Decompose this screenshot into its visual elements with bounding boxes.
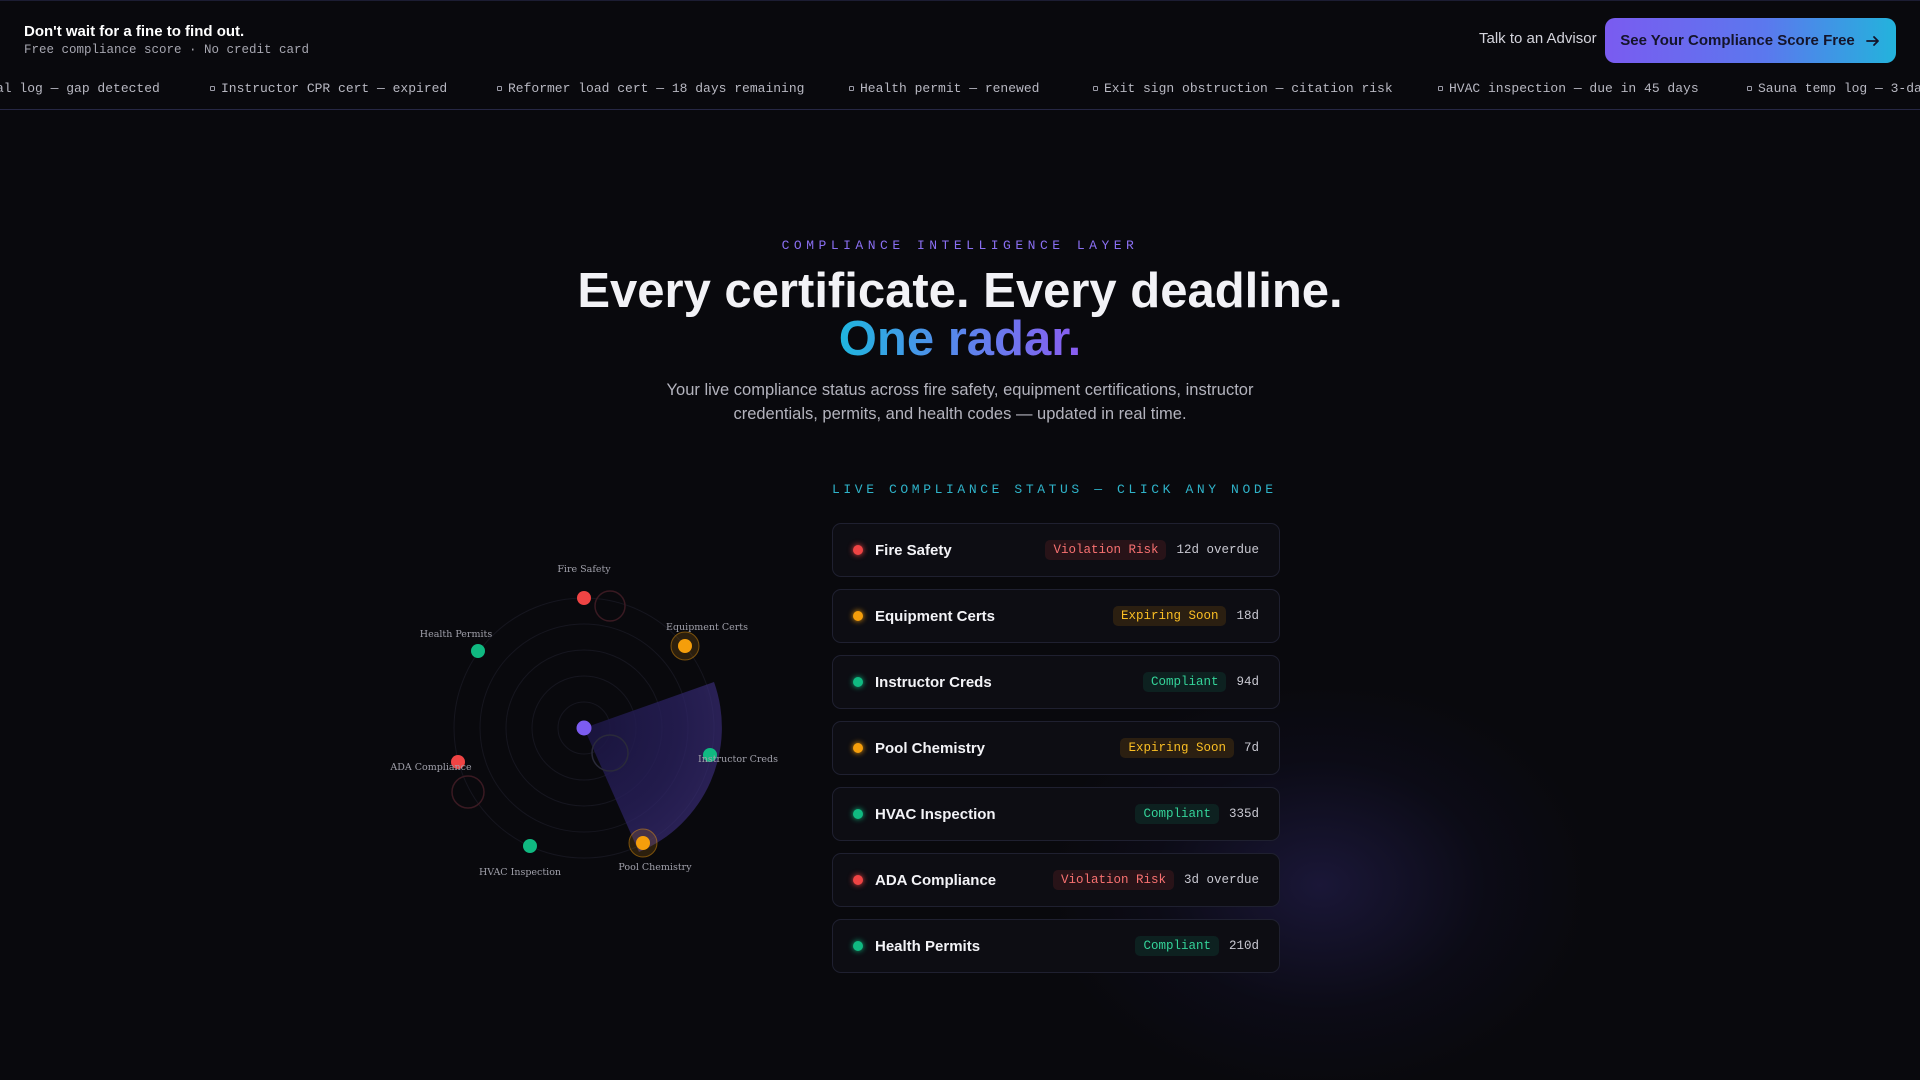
status-badge: Compliant xyxy=(1135,936,1219,956)
status-name: Pool Chemistry xyxy=(875,739,986,757)
status-dot-icon xyxy=(853,611,863,621)
status-badge: Violation Risk xyxy=(1052,870,1174,890)
status-days: 12d overdue xyxy=(1176,543,1259,557)
status-days: 7d xyxy=(1243,741,1259,755)
radar-node[interactable]: ADA Compliance xyxy=(389,755,472,773)
status-dot-icon xyxy=(853,545,863,555)
status-name: HVAC Inspection xyxy=(875,805,996,823)
radar-node[interactable]: HVAC Inspection xyxy=(479,839,561,878)
ticker-text: HVAC inspection — due in 45 days xyxy=(1449,81,1699,96)
radar-echo-ring xyxy=(451,775,485,809)
radar-node-label: Equipment Certs xyxy=(666,622,748,633)
status-name: ADA Compliance xyxy=(875,871,997,889)
status-row[interactable]: Instructor Creds Compliant 94d xyxy=(832,655,1280,709)
ticker-text: Sauna temp log — 3-day xyxy=(1758,81,1920,96)
status-row[interactable]: Pool Chemistry Expiring Soon 7d xyxy=(832,721,1280,775)
headline-accent-text: One radar. xyxy=(838,312,1082,366)
ticker-text: Instructor CPR cert — expired xyxy=(221,81,448,96)
radar-node[interactable]: Pool Chemistry xyxy=(618,828,692,873)
status-dot-icon xyxy=(853,809,863,819)
ticker-text: Exit sign obstruction — citation risk xyxy=(1104,81,1393,96)
radar-node-label: Instructor Creds xyxy=(698,754,778,765)
bullet-icon xyxy=(1438,86,1443,91)
radar-node[interactable]: Equipment Certs xyxy=(666,622,748,661)
status-dot-icon xyxy=(853,743,863,753)
radar-node-dot xyxy=(471,644,485,658)
status-row[interactable]: Equipment Certs Expiring Soon 18d xyxy=(832,589,1280,643)
ticker-item: Instructor CPR cert — expired xyxy=(210,81,447,96)
status-panel-heading: LIVE COMPLIANCE STATUS — CLICK ANY NODE xyxy=(832,482,1277,497)
promo-title: Don't wait for a fine to find out. xyxy=(24,23,245,40)
status-row[interactable]: ADA Compliance Violation Risk 3d overdue xyxy=(832,853,1280,907)
radar-node-dot xyxy=(636,836,650,850)
radar-center-node xyxy=(576,720,592,736)
radar-node-label: ADA Compliance xyxy=(389,762,472,773)
radar-node[interactable]: Health Permits xyxy=(420,629,493,658)
status-name: Equipment Certs xyxy=(875,607,996,625)
bullet-icon xyxy=(1093,86,1098,91)
compliance-score-cta-button[interactable]: See Your Compliance Score Free xyxy=(1605,18,1896,63)
ticker-text: Health permit — renewed xyxy=(860,81,1040,96)
status-badge: Violation Risk xyxy=(1045,540,1167,560)
radar-node[interactable]: Instructor Creds xyxy=(698,748,778,765)
bullet-icon xyxy=(497,86,502,91)
talk-to-advisor-link[interactable]: Talk to an Advisor xyxy=(1479,30,1597,47)
ticker-item: al log — gap detected xyxy=(0,81,160,96)
status-days: 18d xyxy=(1236,609,1259,623)
alert-ticker: al log — gap detected Instructor CPR cer… xyxy=(0,76,1920,110)
status-name: Fire Safety xyxy=(875,541,952,559)
status-row[interactable]: Fire Safety Violation Risk 12d overdue xyxy=(832,523,1280,577)
status-days: 94d xyxy=(1236,675,1259,689)
hero-subtitle: Your live compliance status across fire … xyxy=(666,381,1254,423)
promo-block: Don't wait for a fine to find out. Free … xyxy=(24,23,309,57)
radar-node-dot xyxy=(678,639,692,653)
ticker-item: Reformer load cert — 18 days remaining xyxy=(497,81,804,96)
radar-node-label: HVAC Inspection xyxy=(479,867,561,878)
bullet-icon xyxy=(1747,86,1752,91)
hero-headline-accent: One radar. xyxy=(0,310,1920,368)
radar-node-dot xyxy=(577,591,591,605)
ticker-item: Exit sign obstruction — citation risk xyxy=(1093,81,1393,96)
status-badge: Expiring Soon xyxy=(1120,738,1234,758)
status-row[interactable]: HVAC Inspection Compliant 335d xyxy=(832,787,1280,841)
status-list: Fire Safety Violation Risk 12d overdue Equi… xyxy=(832,523,1280,985)
ticker-item: Sauna temp log — 3-day xyxy=(1747,81,1920,96)
status-name: Instructor Creds xyxy=(875,673,992,691)
bullet-icon xyxy=(849,86,854,91)
radar-sweep xyxy=(584,682,722,852)
status-dot-icon xyxy=(853,677,863,687)
radar-node-label: Pool Chemistry xyxy=(618,862,692,873)
ticker-text: Reformer load cert — 18 days remaining xyxy=(508,81,805,96)
ticker-item: HVAC inspection — due in 45 days xyxy=(1438,81,1699,96)
status-name: Health Permits xyxy=(875,937,981,955)
compliance-radar: Fire Safety Equipment Certs Instructor Cre… xyxy=(380,540,800,900)
radar-node-dot xyxy=(523,839,537,853)
radar-node-label: Health Permits xyxy=(420,629,493,640)
status-days: 210d xyxy=(1228,939,1259,953)
top-banner: Don't wait for a fine to find out. Free … xyxy=(0,0,1920,76)
ticker-item: Health permit — renewed xyxy=(849,81,1039,96)
status-days: 3d overdue xyxy=(1183,873,1259,887)
status-dot-icon xyxy=(853,875,863,885)
bullet-icon xyxy=(210,86,215,91)
hero-eyebrow: COMPLIANCE INTELLIGENCE LAYER xyxy=(781,238,1139,253)
ticker-text: al log — gap detected xyxy=(0,81,160,96)
status-row[interactable]: Health Permits Compliant 210d xyxy=(832,919,1280,973)
status-badge: Expiring Soon xyxy=(1112,606,1227,626)
promo-subtitle: Free compliance score · No credit card xyxy=(24,43,310,57)
radar-node-label: Fire Safety xyxy=(557,564,611,575)
status-days: 335d xyxy=(1228,807,1259,821)
status-badge: Compliant xyxy=(1142,672,1227,692)
radar-echo-ring xyxy=(594,590,626,622)
arrow-right-icon xyxy=(1865,35,1879,46)
status-dot-icon xyxy=(853,941,863,951)
cta-label: See Your Compliance Score Free xyxy=(1620,32,1855,49)
status-badge: Compliant xyxy=(1135,804,1219,824)
